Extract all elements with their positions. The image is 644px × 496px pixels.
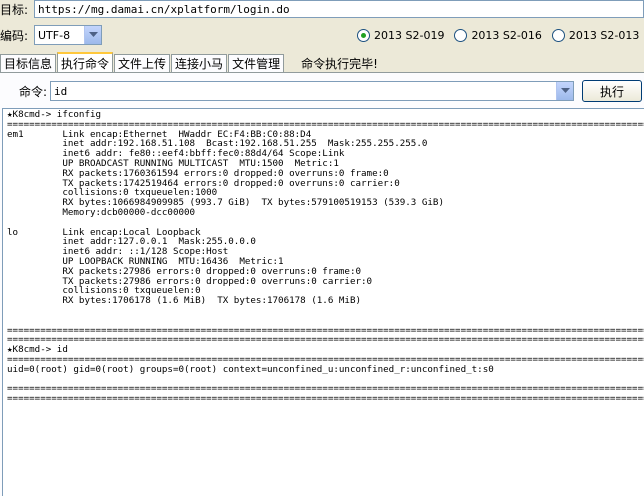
tab-execute-command[interactable]: 执行命令: [57, 52, 114, 72]
target-label: 目标:: [0, 2, 29, 17]
radio-label: 2013 S2-016: [471, 28, 542, 42]
encoding-label: 编码:: [0, 28, 29, 43]
console-text: ★K8cmd-> ifconfig ======================…: [7, 109, 644, 405]
radio-exploit-2[interactable]: 2013 S2-016: [454, 28, 542, 42]
target-row: 目标: https://mg.damai.cn/xplatform/login.…: [0, 0, 644, 18]
radio-label: 2013 S2-013: [568, 28, 640, 42]
tab-bar: 目标信息 执行命令 文件上传 连接小马 文件管理 命令执行完毕!: [0, 52, 378, 72]
radio-dot-icon: [454, 28, 468, 42]
chevron-down-icon[interactable]: [556, 82, 573, 100]
command-label: 命令:: [18, 84, 47, 99]
command-value: id: [54, 84, 68, 98]
chevron-down-icon[interactable]: [84, 26, 101, 44]
encoding-select[interactable]: UTF-8: [34, 25, 102, 45]
command-input[interactable]: id: [50, 81, 574, 101]
radio-exploit-1[interactable]: 2013 S2-019: [357, 28, 445, 42]
radio-dot-icon: [551, 28, 565, 42]
encoding-value: UTF-8: [38, 28, 71, 42]
status-text: 命令执行完毕!: [301, 56, 378, 71]
tab-file-manager[interactable]: 文件管理: [228, 54, 285, 72]
tab-file-upload[interactable]: 文件上传: [114, 54, 171, 72]
encoding-row: 编码: UTF-8 2013 S2-019 2013 S2-016 2013 S…: [0, 24, 639, 46]
console-output[interactable]: ★K8cmd-> ifconfig ======================…: [2, 108, 644, 496]
command-row: 命令: id 执行: [0, 80, 642, 102]
target-url-input[interactable]: https://mg.damai.cn/xplatform/login.do: [34, 0, 644, 18]
radio-label: 2013 S2-019: [374, 28, 445, 42]
tab-connect-shell[interactable]: 连接小马: [171, 54, 228, 72]
tab-target-info[interactable]: 目标信息: [0, 54, 57, 72]
radio-dot-icon: [357, 28, 370, 42]
radio-exploit-3[interactable]: 2013 S2-013: [551, 28, 640, 42]
execute-button[interactable]: 执行: [582, 80, 642, 102]
